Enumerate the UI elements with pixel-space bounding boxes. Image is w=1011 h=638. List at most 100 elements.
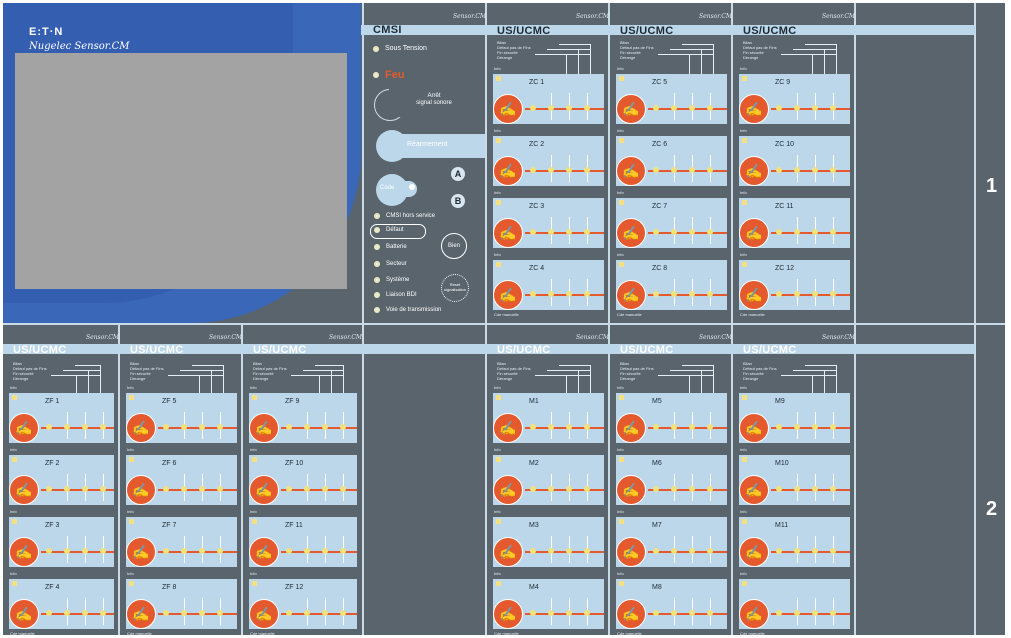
zone-alarm-line bbox=[525, 489, 604, 491]
zone-led bbox=[742, 519, 747, 524]
module-legend: Bilan Défaut pas de Fins Fin sécurité Déran… bbox=[743, 40, 777, 60]
level-b-button[interactable]: B bbox=[451, 194, 465, 208]
zone-cell: Info M3 ✍ bbox=[493, 509, 604, 575]
manual-command-button[interactable]: ✍ bbox=[739, 475, 769, 505]
bilan-button[interactable]: Bien bbox=[441, 233, 467, 259]
manual-command-button[interactable]: ✍ bbox=[249, 599, 279, 629]
legend-leader bbox=[793, 370, 836, 371]
zone-indicator-dot bbox=[707, 486, 713, 492]
manual-command-button[interactable]: ✍ bbox=[9, 599, 39, 629]
zone-indicator-dot bbox=[100, 424, 106, 430]
manual-command-button[interactable]: ✍ bbox=[9, 475, 39, 505]
zone-indicator-dot bbox=[812, 424, 818, 430]
zone-led bbox=[496, 138, 501, 143]
manual-command-button[interactable]: ✍ bbox=[249, 413, 279, 443]
manual-command-button[interactable]: ✍ bbox=[249, 537, 279, 567]
legend-line: Dérange bbox=[13, 376, 29, 381]
zone-indicator-dot bbox=[830, 486, 836, 492]
zone-indicator-dot bbox=[830, 291, 836, 297]
cmsi-title: CMSI bbox=[373, 24, 402, 36]
manual-command-button[interactable]: ✍ bbox=[616, 413, 646, 443]
zone-cell: Info ZF 6 ✍ bbox=[126, 447, 237, 513]
manual-command-button[interactable]: ✍ bbox=[9, 537, 39, 567]
zone-indicator-dot bbox=[776, 229, 782, 235]
status-liaison-bdi: Liaison BDI bbox=[374, 292, 417, 299]
zone-alarm-line bbox=[648, 294, 727, 296]
zone-led bbox=[129, 457, 134, 462]
manual-command-button[interactable]: ✍ bbox=[616, 599, 646, 629]
manual-command-button[interactable]: ✍ bbox=[739, 94, 769, 124]
manual-command-button[interactable]: ✍ bbox=[493, 94, 523, 124]
zone-label: ZF 10 bbox=[285, 460, 304, 467]
manual-command-button[interactable]: ✍ bbox=[493, 475, 523, 505]
legend-line: Dérange bbox=[743, 55, 759, 60]
zone-indicator-dot bbox=[286, 548, 292, 554]
zone-indicator-dot bbox=[286, 486, 292, 492]
manual-command-button[interactable]: ✍ bbox=[249, 475, 279, 505]
manual-command-button[interactable]: ✍ bbox=[493, 280, 523, 310]
zone-indicator-dot bbox=[217, 548, 223, 554]
manual-command-button[interactable]: ✍ bbox=[616, 94, 646, 124]
module-legend: Bilan Défaut pas de Fins Fin sécurité Déran… bbox=[130, 361, 164, 381]
zone-indicator-dot bbox=[794, 486, 800, 492]
manual-command-button[interactable]: ✍ bbox=[9, 413, 39, 443]
zone-indicator-dot bbox=[286, 610, 292, 616]
manual-command-button[interactable]: ✍ bbox=[739, 413, 769, 443]
zone-indicator-dot bbox=[830, 105, 836, 111]
zone-indicator-dot bbox=[689, 291, 695, 297]
zone-indicator-dot bbox=[707, 167, 713, 173]
module-us-ucmc: Sensor.CM US/UCMC Bilan Défaut pas de Fins F… bbox=[120, 325, 242, 635]
manual-command-button[interactable]: ✍ bbox=[126, 413, 156, 443]
manual-command-button[interactable]: ✍ bbox=[493, 537, 523, 567]
zone-alarm-line bbox=[158, 551, 237, 553]
legend-leader bbox=[682, 44, 713, 45]
zone-cell: Info M7 ✍ bbox=[616, 509, 727, 575]
zone-label: ZC 6 bbox=[652, 141, 668, 148]
zone-indicator-dot bbox=[199, 424, 205, 430]
zone-label: ZF 7 bbox=[162, 522, 177, 529]
zone-label: M11 bbox=[775, 522, 789, 529]
manual-command-button[interactable]: ✍ bbox=[493, 599, 523, 629]
zone-cell: Info ZC 8 ✍ Cde manuelle bbox=[616, 252, 727, 318]
zone-tag: Info bbox=[10, 571, 17, 576]
manual-command-button[interactable]: ✍ bbox=[739, 156, 769, 186]
manual-command-button[interactable]: ✍ bbox=[126, 475, 156, 505]
manual-command-button[interactable]: ✍ bbox=[616, 156, 646, 186]
zone-label: M10 bbox=[775, 460, 789, 467]
manual-command-button[interactable]: ✍ bbox=[616, 218, 646, 248]
zone-cell: Info ✍ Cde manuelle bbox=[739, 571, 850, 635]
manual-command-button[interactable]: ✍ bbox=[126, 537, 156, 567]
legend-line: Dérange bbox=[743, 376, 759, 381]
manual-command-button[interactable]: ✍ bbox=[616, 537, 646, 567]
zone-cell: Info ZF 9 ✍ bbox=[249, 385, 357, 451]
manual-command-button[interactable]: ✍ bbox=[126, 599, 156, 629]
zone-indicator-dot bbox=[584, 167, 590, 173]
manual-command-button[interactable]: ✍ bbox=[493, 218, 523, 248]
zone-indicator-dot bbox=[707, 610, 713, 616]
zone-led bbox=[619, 200, 624, 205]
legend-leader bbox=[658, 375, 713, 376]
zone-indicator-dot bbox=[776, 486, 782, 492]
manual-command-button[interactable]: ✍ bbox=[739, 280, 769, 310]
zone-indicator-dot bbox=[548, 291, 554, 297]
manual-command-button[interactable]: ✍ bbox=[493, 413, 523, 443]
manual-command-button[interactable]: ✍ bbox=[616, 280, 646, 310]
zone-indicator-dot bbox=[100, 548, 106, 554]
manual-command-button[interactable]: ✍ bbox=[739, 537, 769, 567]
zone-indicator-dot bbox=[707, 291, 713, 297]
zone-cell: Info M8 ✍ Cde manuelle bbox=[616, 571, 727, 635]
manual-command-button[interactable]: ✍ bbox=[739, 218, 769, 248]
zone-tag: Info bbox=[617, 128, 624, 133]
zone-led bbox=[742, 581, 747, 586]
zone-indicator-dot bbox=[304, 610, 310, 616]
zone-tag: Info bbox=[494, 66, 501, 71]
manual-command-button[interactable]: ✍ bbox=[493, 156, 523, 186]
legend-leader bbox=[168, 375, 223, 376]
level-a-button[interactable]: A bbox=[451, 167, 465, 181]
zone-label: ZF 6 bbox=[162, 460, 177, 467]
divider bbox=[854, 3, 856, 635]
zone-indicator-dot bbox=[812, 105, 818, 111]
zone-indicator-dot bbox=[199, 548, 205, 554]
manual-command-button[interactable]: ✍ bbox=[616, 475, 646, 505]
manual-command-button[interactable]: ✍ bbox=[739, 599, 769, 629]
